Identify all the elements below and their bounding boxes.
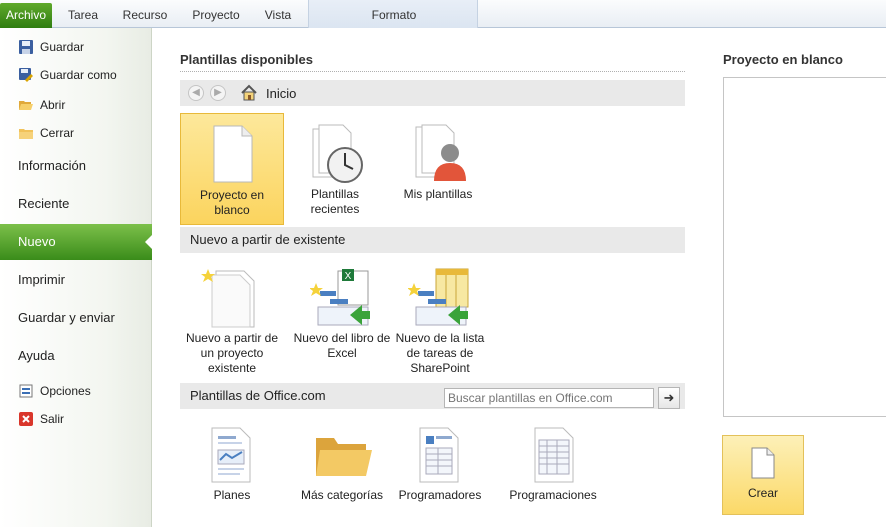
sidebar-item-label: Abrir bbox=[40, 98, 66, 112]
preview-title: Proyecto en blanco bbox=[723, 52, 843, 67]
tile-plantillas-recientes[interactable]: Plantillas recientes bbox=[283, 113, 387, 225]
search-go-button[interactable]: ➜ bbox=[658, 387, 680, 409]
tile-label: Más categorías bbox=[300, 488, 384, 502]
preview-box bbox=[723, 77, 886, 417]
backstage-sidebar: Guardar Guardar como Abrir Cerrar Inform… bbox=[0, 28, 153, 527]
ribbon-tab-bar: Archivo Tarea Recurso Proyecto Vista For… bbox=[0, 0, 886, 28]
sidebar-item-ayuda[interactable]: Ayuda bbox=[0, 338, 152, 374]
sidebar-item-salir[interactable]: Salir bbox=[18, 409, 64, 429]
contextual-tab-group: Formato bbox=[308, 0, 478, 28]
tab-vista[interactable]: Vista bbox=[256, 4, 300, 28]
search-input[interactable] bbox=[444, 388, 654, 408]
tile-label: Planes bbox=[213, 488, 251, 502]
schedules-icon bbox=[534, 427, 574, 483]
home-icon[interactable] bbox=[240, 84, 258, 102]
sidebar-item-imprimir[interactable]: Imprimir bbox=[0, 262, 152, 298]
divider bbox=[180, 71, 685, 72]
tab-tarea[interactable]: Tarea bbox=[58, 4, 108, 28]
tab-archivo[interactable]: Archivo bbox=[0, 3, 52, 28]
save-as-icon bbox=[18, 67, 34, 83]
open-folder-icon bbox=[18, 97, 34, 113]
back-arrow-icon[interactable]: ◀ bbox=[188, 85, 204, 101]
folder-icon bbox=[316, 438, 372, 476]
schedulers-icon bbox=[419, 427, 459, 483]
tile-label: Nuevo del libro de Excel bbox=[293, 331, 391, 360]
page-title: Plantillas disponibles bbox=[180, 52, 313, 67]
new-from-existing-icon bbox=[201, 269, 255, 328]
tile-label: Plantillas recientes bbox=[310, 187, 360, 216]
close-folder-icon bbox=[18, 125, 34, 141]
tile-programaciones[interactable]: Programaciones bbox=[498, 414, 608, 526]
blank-document-icon bbox=[213, 125, 253, 183]
new-document-icon bbox=[751, 447, 775, 479]
sidebar-item-label: Guardar bbox=[40, 40, 85, 54]
sidebar-item-label: Salir bbox=[40, 412, 65, 426]
sidebar-item-reciente[interactable]: Reciente bbox=[0, 186, 152, 222]
tile-nuevo-desde-proyecto[interactable]: Nuevo a partir de un proyecto existente bbox=[180, 257, 284, 383]
tile-mis-plantillas[interactable]: Mis plantillas bbox=[386, 113, 490, 225]
recent-templates-icon bbox=[312, 124, 363, 183]
tile-label: Programaciones bbox=[509, 488, 597, 502]
create-button[interactable]: Crear bbox=[722, 435, 804, 515]
tile-label: Nuevo de la lista de tareas de SharePoin… bbox=[395, 331, 485, 375]
tab-recurso[interactable]: Recurso bbox=[116, 4, 174, 28]
my-templates-icon bbox=[415, 124, 466, 181]
sidebar-item-opciones[interactable]: Opciones bbox=[18, 381, 91, 401]
tile-label: Proyecto en blanco bbox=[199, 188, 265, 217]
tile-label: Programadores bbox=[398, 488, 482, 502]
sidebar-item-guardar-y-enviar[interactable]: Guardar y enviar bbox=[0, 300, 152, 336]
svg-text:X: X bbox=[345, 271, 352, 282]
tile-planes[interactable]: Planes bbox=[180, 414, 284, 526]
sharepoint-list-icon bbox=[408, 268, 469, 326]
save-icon bbox=[18, 39, 34, 55]
tile-label: Nuevo a partir de un proyecto existente bbox=[185, 331, 279, 375]
breadcrumb: ◀ ▶ Inicio bbox=[180, 80, 685, 106]
tab-proyecto[interactable]: Proyecto bbox=[184, 4, 248, 28]
sidebar-item-guardar[interactable]: Guardar bbox=[18, 37, 84, 57]
sidebar-item-label: Opciones bbox=[40, 384, 91, 398]
exit-icon bbox=[18, 411, 34, 427]
tile-nuevo-lista-sharepoint[interactable]: Nuevo de la lista de tareas de SharePoin… bbox=[388, 257, 492, 383]
plans-document-icon bbox=[211, 427, 251, 483]
options-icon bbox=[18, 383, 34, 399]
sidebar-item-informacion[interactable]: Información bbox=[0, 148, 152, 184]
sidebar-item-label: Cerrar bbox=[40, 126, 75, 140]
sidebar-item-abrir[interactable]: Abrir bbox=[18, 95, 65, 115]
section-header-existente: Nuevo a partir de existente bbox=[180, 227, 685, 253]
sidebar-item-nuevo[interactable]: Nuevo bbox=[0, 224, 153, 260]
sidebar-item-label: Guardar como bbox=[40, 68, 117, 82]
breadcrumb-item-inicio[interactable]: Inicio bbox=[266, 86, 296, 101]
excel-workbook-icon: X bbox=[310, 269, 370, 326]
tile-proyecto-en-blanco[interactable]: Proyecto en blanco bbox=[180, 113, 284, 225]
preview-panel: Proyecto en blanco Crear bbox=[698, 28, 886, 527]
templates-panel: Plantillas disponibles ◀ ▶ Inicio Proyec… bbox=[153, 28, 698, 527]
create-button-label: Crear bbox=[747, 486, 778, 500]
sidebar-item-guardar-como[interactable]: Guardar como bbox=[18, 65, 117, 85]
tab-formato[interactable]: Formato bbox=[309, 4, 479, 28]
forward-arrow-icon[interactable]: ▶ bbox=[210, 85, 226, 101]
sidebar-item-cerrar[interactable]: Cerrar bbox=[18, 123, 74, 143]
tile-nuevo-libro-excel[interactable]: X Nuevo del libro de Excel bbox=[290, 257, 394, 369]
tile-label: Mis plantillas bbox=[403, 187, 473, 201]
tile-mas-categorias[interactable]: Más categorías bbox=[290, 414, 394, 526]
tile-programadores[interactable]: Programadores bbox=[388, 414, 492, 526]
